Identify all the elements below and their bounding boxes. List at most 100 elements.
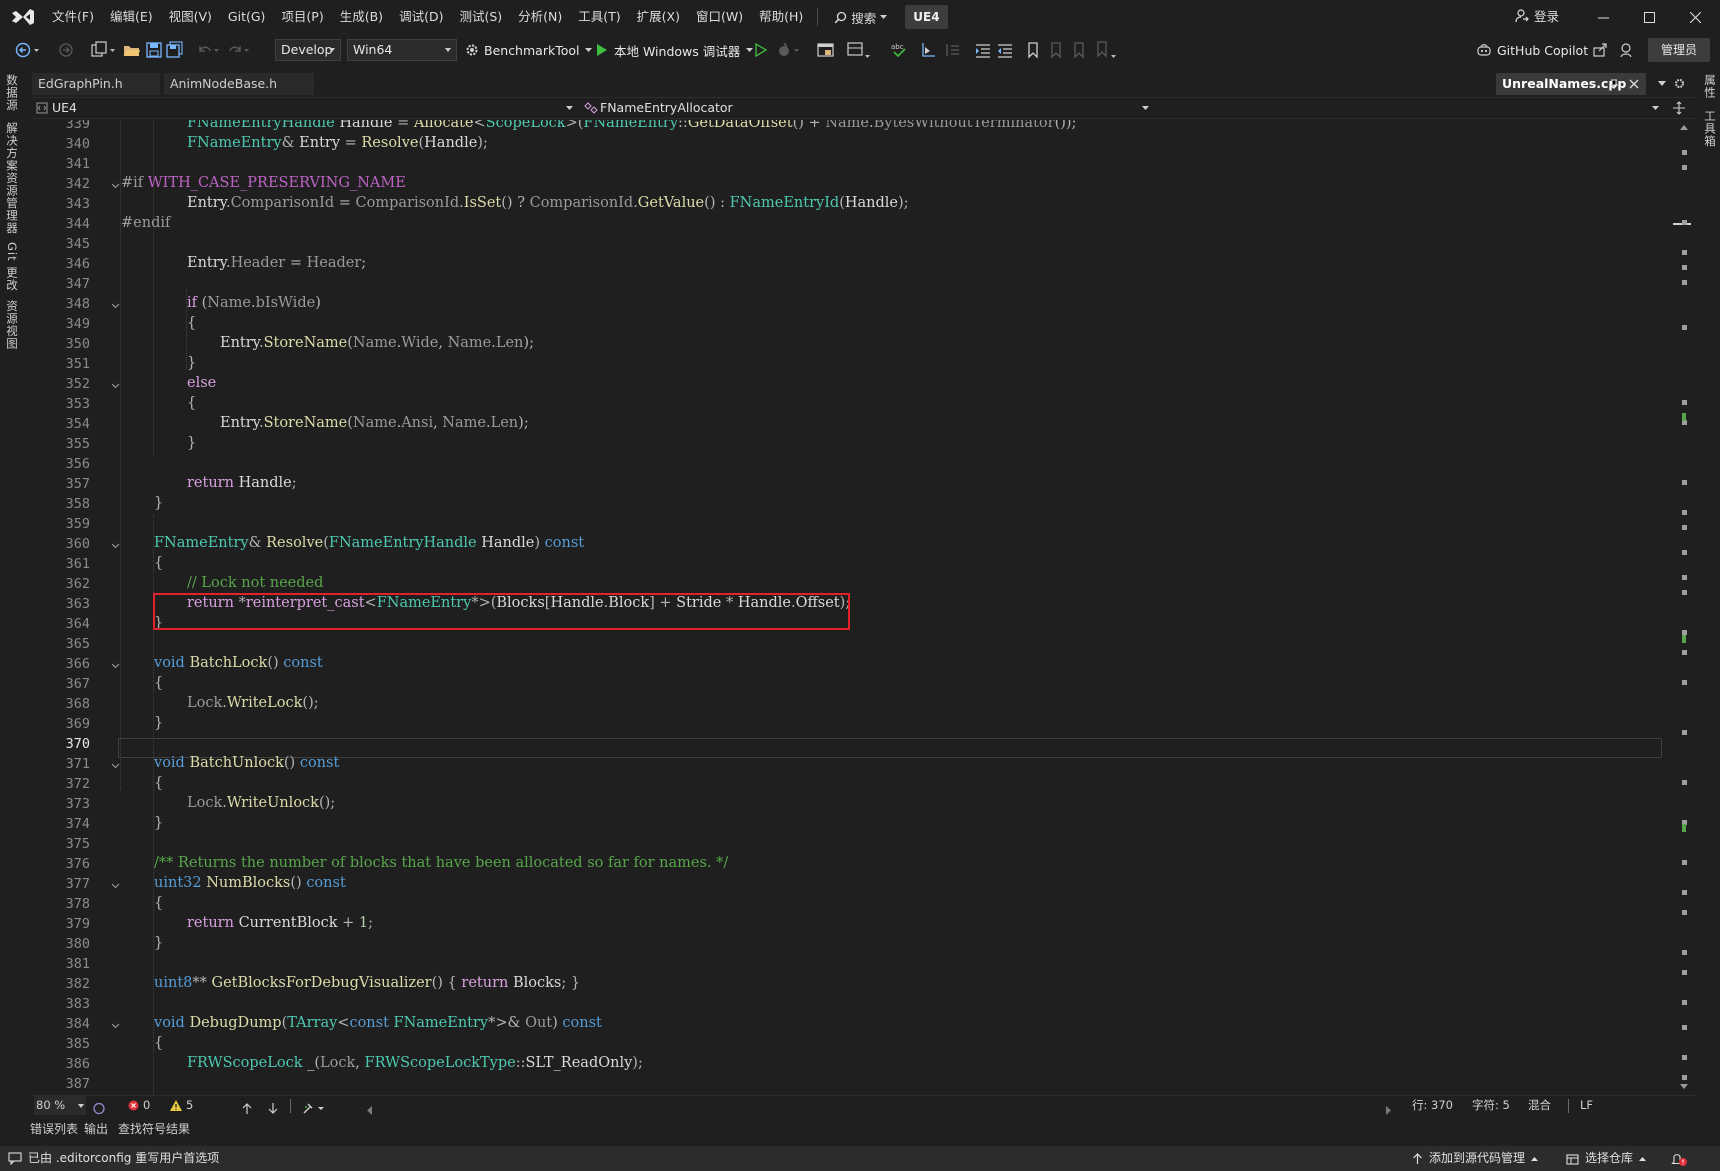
line-indicator[interactable]: 行: 370	[1412, 1096, 1453, 1115]
solution-explorer-tab[interactable]: 解决方案资源管理器	[4, 122, 20, 235]
next-bookmark-button[interactable]	[1071, 38, 1087, 62]
github-copilot-button[interactable]: GitHub Copilot	[1476, 38, 1588, 62]
git-changes-tab[interactable]: Git 更改	[4, 242, 20, 291]
login-button[interactable]: 登录	[1515, 6, 1559, 25]
code-line[interactable]: {	[187, 395, 196, 411]
feedback-button[interactable]	[1618, 38, 1634, 62]
collapse-chevron-icon[interactable]	[111, 881, 120, 890]
member-scope-select[interactable]	[1162, 98, 1662, 118]
code-line[interactable]: void BatchLock() const	[154, 655, 323, 671]
code-line[interactable]: return Handle;	[187, 475, 297, 491]
notifications-button[interactable]	[1670, 1146, 1690, 1171]
outdent-button[interactable]	[996, 38, 1014, 62]
code-line[interactable]: FNameEntryHandle Handle = Allocate<Scope…	[187, 120, 1076, 131]
code-line[interactable]: {	[154, 895, 163, 911]
code-health-icon[interactable]	[92, 1099, 106, 1118]
start-debugging-button[interactable]: 本地 Windows 调试器	[595, 38, 754, 62]
collapse-chevron-icon[interactable]	[111, 661, 120, 670]
menu-file[interactable]: 文件(F)	[44, 5, 102, 29]
code-line[interactable]: FNameEntry& Entry = Resolve(Handle);	[187, 135, 488, 151]
code-line[interactable]: if (Name.bIsWide)	[187, 295, 321, 311]
navigate-back-button[interactable]	[14, 38, 40, 62]
code-line[interactable]: Entry.StoreName(Name.Wide, Name.Len);	[220, 335, 534, 351]
pin-icon[interactable]	[1609, 79, 1619, 89]
indent-button[interactable]	[974, 38, 992, 62]
new-project-button[interactable]	[90, 38, 118, 62]
code-line[interactable]: }	[187, 435, 196, 451]
find-symbol-results-tab[interactable]: 查找符号结果	[118, 1118, 190, 1140]
scroll-down-icon[interactable]	[1680, 1084, 1688, 1090]
code-line[interactable]: }	[154, 815, 163, 831]
redo-button[interactable]	[226, 38, 254, 62]
code-line[interactable]: return CurrentBlock + 1;	[187, 915, 373, 931]
menu-extensions[interactable]: 扩展(X)	[629, 5, 688, 29]
select-repository-button[interactable]: 选择仓库	[1566, 1146, 1647, 1171]
output-tab[interactable]: 输出	[84, 1118, 108, 1140]
code-line[interactable]: FNameEntry& Resolve(FNameEntryHandle Han…	[154, 535, 584, 551]
collapse-chevron-icon[interactable]	[111, 761, 120, 770]
menu-window[interactable]: 窗口(W)	[688, 5, 751, 29]
code-line[interactable]: // Lock not needed	[187, 575, 323, 591]
code-line[interactable]: {	[154, 555, 163, 571]
share-button[interactable]	[1592, 38, 1608, 62]
previous-issue-icon[interactable]	[242, 1099, 252, 1118]
spell-check-button[interactable]: abc	[890, 38, 908, 62]
start-without-debugging-button[interactable]	[754, 38, 768, 62]
maximize-button[interactable]	[1626, 0, 1672, 34]
tab-unrealnames-cpp[interactable]: UnrealNames.cpp	[1496, 73, 1646, 95]
code-cleanup-icon[interactable]	[302, 1099, 326, 1118]
layout-button[interactable]	[846, 38, 872, 62]
scroll-up-icon[interactable]	[1680, 124, 1688, 130]
settings-gear-icon[interactable]	[1674, 78, 1685, 89]
toolbox-tab[interactable]: 工具箱	[1702, 110, 1718, 148]
clear-bookmarks-button[interactable]	[1094, 38, 1120, 62]
column-indicator[interactable]: 字符: 5	[1472, 1096, 1510, 1115]
outline-button[interactable]	[944, 38, 962, 62]
code-line[interactable]: uint8** GetBlocksForDebugVisualizer() { …	[154, 975, 580, 991]
code-line[interactable]: #if WITH_CASE_PRESERVING_NAME	[121, 175, 406, 191]
error-list-tab[interactable]: 错误列表	[30, 1118, 78, 1140]
code-line[interactable]: FRWScopeLock _(Lock, FRWScopeLockType::S…	[187, 1055, 643, 1071]
browser-link-button[interactable]	[816, 38, 836, 62]
properties-tab[interactable]: 属性	[1702, 74, 1718, 99]
collapse-chevron-icon[interactable]	[111, 301, 120, 310]
hot-reload-button[interactable]	[776, 38, 804, 62]
code-line[interactable]: #endif	[121, 215, 170, 231]
collapse-chevron-icon[interactable]	[111, 381, 120, 390]
code-line[interactable]: Entry.Header = Header;	[187, 255, 366, 271]
code-line[interactable]: else	[187, 375, 216, 391]
data-sources-tab[interactable]: 数据源	[4, 74, 20, 112]
close-window-button[interactable]	[1672, 0, 1718, 34]
code-line[interactable]: }	[187, 355, 196, 371]
menu-analyze[interactable]: 分析(N)	[510, 5, 570, 29]
collapse-chevron-icon[interactable]	[111, 1021, 120, 1030]
menu-debug[interactable]: 调试(D)	[391, 5, 451, 29]
save-all-button[interactable]	[166, 38, 184, 62]
close-tab-icon[interactable]	[1629, 79, 1639, 89]
code-line[interactable]: Entry.ComparisonId = ComparisonId.IsSet(…	[187, 195, 909, 211]
error-count[interactable]: 0	[128, 1096, 150, 1115]
menu-view[interactable]: 视图(V)	[161, 5, 220, 29]
code-line[interactable]: }	[154, 935, 163, 951]
menu-git[interactable]: Git(G)	[220, 5, 274, 29]
split-editor-icon[interactable]	[1672, 101, 1686, 115]
zoom-select[interactable]: 80 %	[34, 1096, 86, 1115]
navigate-forward-button[interactable]	[58, 38, 74, 62]
project-scope-select[interactable]: UE4	[34, 98, 574, 118]
tab-edgraphpin-h[interactable]: EdGraphPin.h	[32, 73, 160, 95]
code-editor[interactable]: 339 340 341 342 343 344 345 346 347 348 349 350 351 3…	[32, 120, 1672, 1095]
startup-project-select[interactable]: BenchmarkTool	[464, 38, 593, 62]
menu-build[interactable]: 生成(B)	[332, 5, 391, 29]
menu-project[interactable]: 项目(P)	[273, 5, 331, 29]
menu-help[interactable]: 帮助(H)	[751, 5, 811, 29]
code-line[interactable]: }	[154, 715, 163, 731]
collapse-chevron-icon[interactable]	[111, 181, 120, 190]
code-line[interactable]: {	[154, 775, 163, 791]
code-line[interactable]: {	[187, 315, 196, 331]
code-line[interactable]: Lock.WriteUnlock();	[187, 795, 335, 811]
collapse-chevron-icon[interactable]	[111, 541, 120, 550]
tab-animnodebase-h[interactable]: AnimNodeBase.h	[164, 73, 314, 95]
code-line[interactable]: }	[154, 495, 163, 511]
code-line[interactable]: Lock.WriteLock();	[187, 695, 319, 711]
code-line[interactable]: Entry.StoreName(Name.Ansi, Name.Len);	[220, 415, 529, 431]
